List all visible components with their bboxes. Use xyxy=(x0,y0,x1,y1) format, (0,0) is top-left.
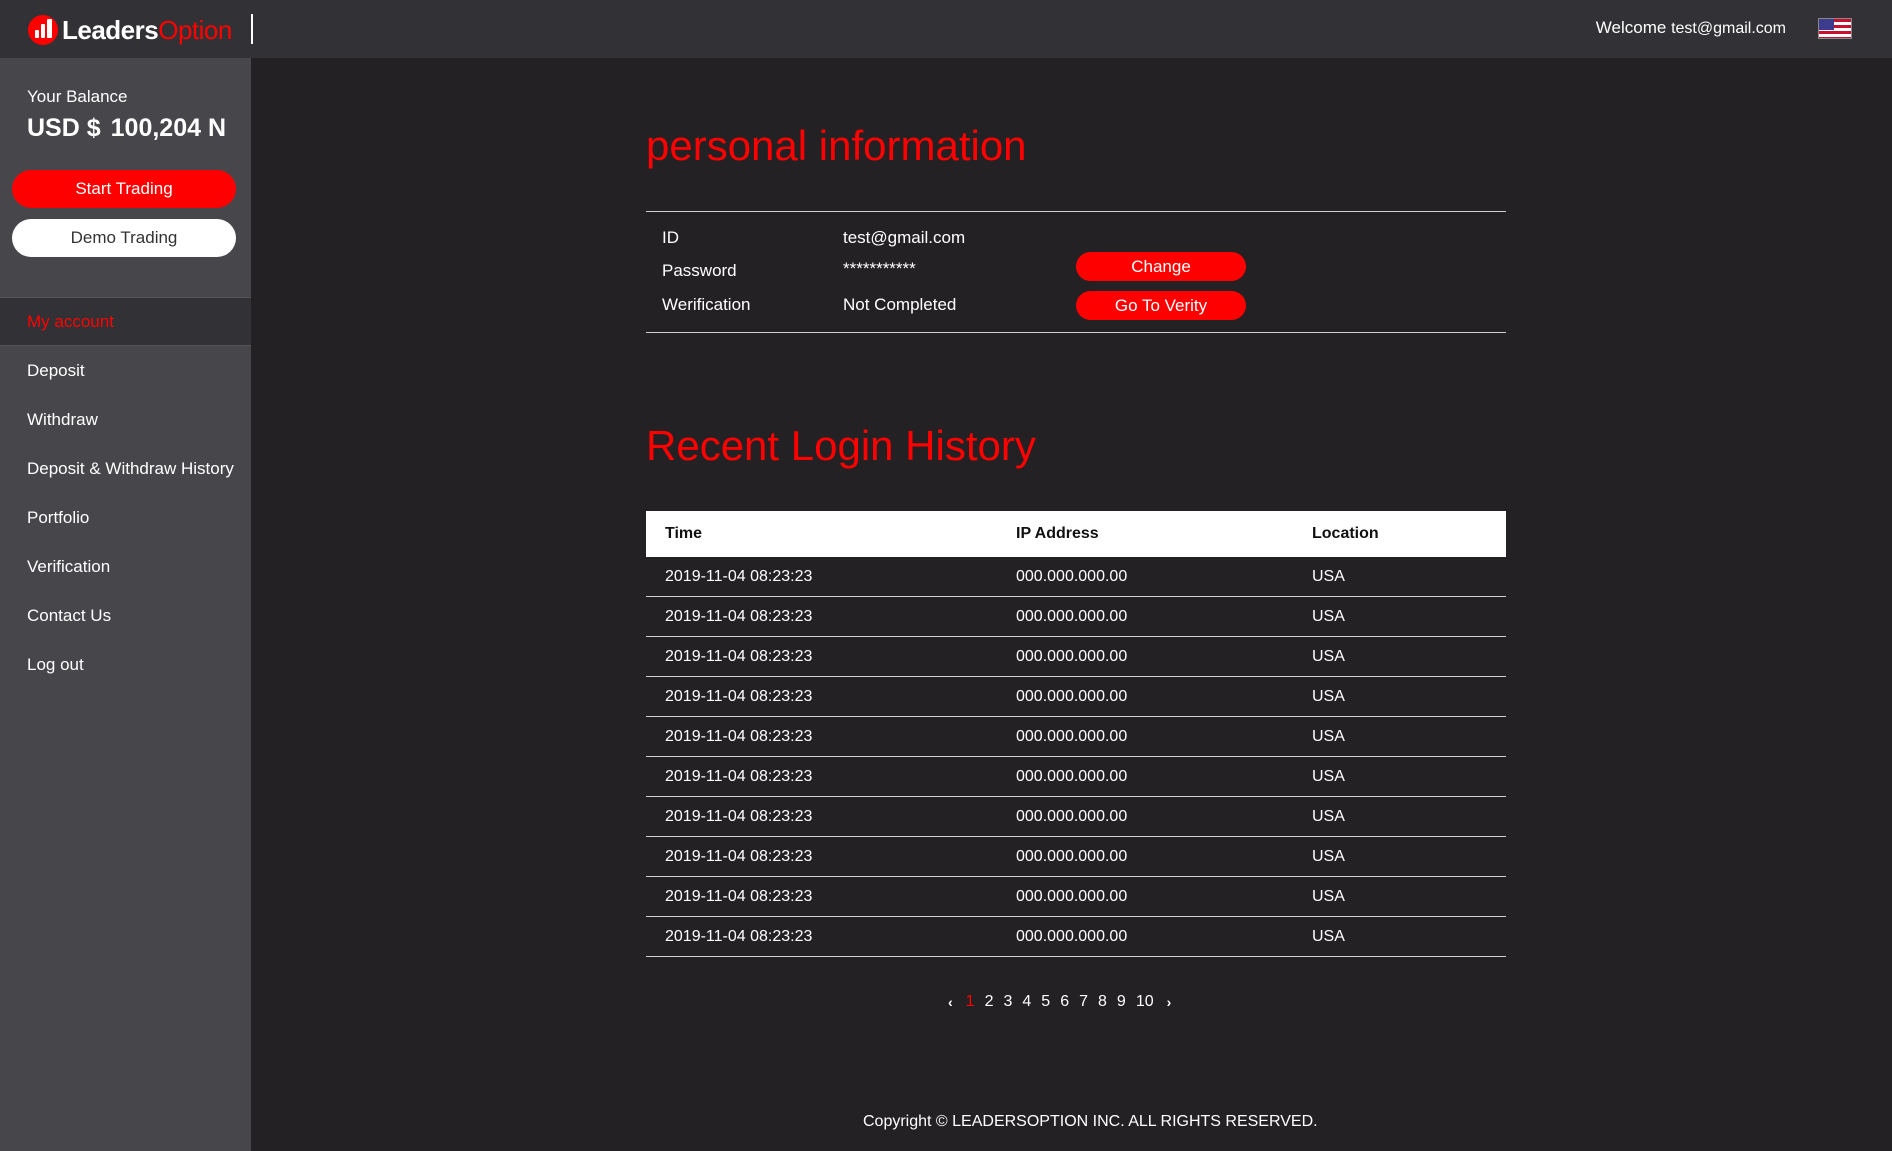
sidebar-item-log-out[interactable]: Log out xyxy=(0,640,251,689)
login-history-table: Time IP Address Location 2019-11-04 08:2… xyxy=(646,511,1506,957)
password-label: Password xyxy=(662,261,737,280)
cell-ip: 000.000.000.00 xyxy=(1016,847,1128,865)
table-row: 2019-11-04 08:23:23 000.000.000.00 USA xyxy=(646,757,1506,797)
cell-ip: 000.000.000.00 xyxy=(1016,647,1128,665)
cell-location: USA xyxy=(1312,847,1345,865)
cell-time: 2019-11-04 08:23:23 xyxy=(665,847,813,865)
sidebar-item-portfolio[interactable]: Portfolio xyxy=(0,493,251,542)
cell-time: 2019-11-04 08:23:23 xyxy=(665,767,813,785)
sidebar-item-withdraw[interactable]: Withdraw xyxy=(0,395,251,444)
cell-location: USA xyxy=(1312,727,1345,745)
table-row: 2019-11-04 08:23:23 000.000.000.00 USA xyxy=(646,837,1506,877)
cell-ip: 000.000.000.00 xyxy=(1016,607,1128,625)
cell-ip: 000.000.000.00 xyxy=(1016,927,1128,945)
cell-location: USA xyxy=(1312,927,1345,945)
page-5[interactable]: 5 xyxy=(1041,993,1050,1011)
chevron-left-icon[interactable]: ‹ xyxy=(948,994,953,1010)
table-row: 2019-11-04 08:23:23 000.000.000.00 USA xyxy=(646,797,1506,837)
divider xyxy=(646,332,1506,333)
balance-value: 100,204 N xyxy=(110,114,227,142)
column-header-location: Location xyxy=(1312,525,1379,542)
column-header-time: Time xyxy=(665,525,703,542)
id-label: ID xyxy=(662,228,679,247)
sidebar-nav: My account Deposit Withdraw Deposit & Wi… xyxy=(0,297,251,689)
pagination: ‹ 1 2 3 4 5 6 7 8 9 10 › xyxy=(940,993,1179,1011)
divider xyxy=(646,211,1506,212)
demo-trading-button[interactable]: Demo Trading xyxy=(12,219,236,257)
cell-ip: 000.000.000.00 xyxy=(1016,687,1128,705)
balance-currency: USD $ xyxy=(27,114,101,142)
cell-time: 2019-11-04 08:23:23 xyxy=(665,927,813,945)
top-header: LeadersOption Welcome test@gmail.com xyxy=(0,0,1892,58)
column-header-ip-address: IP Address xyxy=(1016,525,1099,542)
id-value: test@gmail.com xyxy=(843,228,966,247)
page-8[interactable]: 8 xyxy=(1098,993,1107,1011)
cell-time: 2019-11-04 08:23:23 xyxy=(665,567,813,585)
copyright-text: Copyright © LEADERSOPTION INC. ALL RIGHT… xyxy=(863,1113,1318,1130)
table-row: 2019-11-04 08:23:23 000.000.000.00 USA xyxy=(646,597,1506,637)
balance-amount: USD $ 100,204 N xyxy=(27,114,226,143)
header-divider xyxy=(251,14,253,44)
balance-label: Your Balance xyxy=(27,87,128,106)
cell-ip: 000.000.000.00 xyxy=(1016,567,1128,585)
verification-label: Werification xyxy=(662,295,751,314)
page-4[interactable]: 4 xyxy=(1022,993,1031,1011)
page-9[interactable]: 9 xyxy=(1117,993,1126,1011)
page-2[interactable]: 2 xyxy=(985,993,994,1011)
password-value: *********** xyxy=(843,259,916,278)
logo-text-option: Option xyxy=(158,14,232,45)
cell-location: USA xyxy=(1312,887,1345,905)
verification-status: Not Completed xyxy=(843,295,957,314)
cell-ip: 000.000.000.00 xyxy=(1016,727,1128,745)
table-row: 2019-11-04 08:23:23 000.000.000.00 USA xyxy=(646,717,1506,757)
cell-time: 2019-11-04 08:23:23 xyxy=(665,647,813,665)
personal-info-title: personal information xyxy=(646,122,1027,169)
cell-ip: 000.000.000.00 xyxy=(1016,767,1128,785)
go-to-verify-button[interactable]: Go To Verity xyxy=(1076,291,1246,320)
sidebar-item-my-account[interactable]: My account xyxy=(0,297,251,346)
chevron-right-icon[interactable]: › xyxy=(1167,994,1172,1010)
cell-location: USA xyxy=(1312,567,1345,585)
cell-location: USA xyxy=(1312,607,1345,625)
cell-time: 2019-11-04 08:23:23 xyxy=(665,887,813,905)
table-row: 2019-11-04 08:23:23 000.000.000.00 USA xyxy=(646,677,1506,717)
cell-time: 2019-11-04 08:23:23 xyxy=(665,607,813,625)
cell-location: USA xyxy=(1312,767,1345,785)
cell-location: USA xyxy=(1312,647,1345,665)
page-1[interactable]: 1 xyxy=(966,993,975,1011)
welcome-label: Welcome xyxy=(1595,18,1667,37)
table-row: 2019-11-04 08:23:23 000.000.000.00 USA xyxy=(646,637,1506,677)
cell-ip: 000.000.000.00 xyxy=(1016,807,1128,825)
cell-time: 2019-11-04 08:23:23 xyxy=(665,687,813,705)
sidebar-item-verification[interactable]: Verification xyxy=(0,542,251,591)
page-7[interactable]: 7 xyxy=(1079,993,1088,1011)
page-6[interactable]: 6 xyxy=(1060,993,1069,1011)
cell-location: USA xyxy=(1312,807,1345,825)
login-history-title: Recent Login History xyxy=(646,422,1036,469)
table-row: 2019-11-04 08:23:23 000.000.000.00 USA xyxy=(646,877,1506,917)
logo-text: LeadersOption xyxy=(62,15,232,46)
us-flag-icon[interactable] xyxy=(1818,18,1852,39)
table-row: 2019-11-04 08:23:23 000.000.000.00 USA xyxy=(646,557,1506,597)
page-10[interactable]: 10 xyxy=(1136,993,1154,1011)
table-header: Time IP Address Location xyxy=(646,511,1506,557)
cell-time: 2019-11-04 08:23:23 xyxy=(665,727,813,745)
user-email: test@gmail.com xyxy=(1671,20,1786,37)
cell-location: USA xyxy=(1312,687,1345,705)
table-row: 2019-11-04 08:23:23 000.000.000.00 USA xyxy=(646,917,1506,957)
start-trading-button[interactable]: Start Trading xyxy=(12,170,236,208)
logo-chart-icon xyxy=(28,15,58,45)
change-password-button[interactable]: Change xyxy=(1076,252,1246,281)
logo-text-leaders: Leaders xyxy=(62,14,159,45)
sidebar: Your Balance USD $ 100,204 N Start Tradin… xyxy=(0,58,251,1151)
sidebar-item-deposit-withdraw-history[interactable]: Deposit & Withdraw History xyxy=(0,444,251,493)
sidebar-item-deposit[interactable]: Deposit xyxy=(0,346,251,395)
sidebar-item-contact-us[interactable]: Contact Us xyxy=(0,591,251,640)
page-3[interactable]: 3 xyxy=(1003,993,1012,1011)
welcome-text: Welcome test@gmail.com xyxy=(1596,18,1786,38)
cell-time: 2019-11-04 08:23:23 xyxy=(665,807,813,825)
cell-ip: 000.000.000.00 xyxy=(1016,887,1128,905)
logo[interactable]: LeadersOption xyxy=(28,14,232,46)
